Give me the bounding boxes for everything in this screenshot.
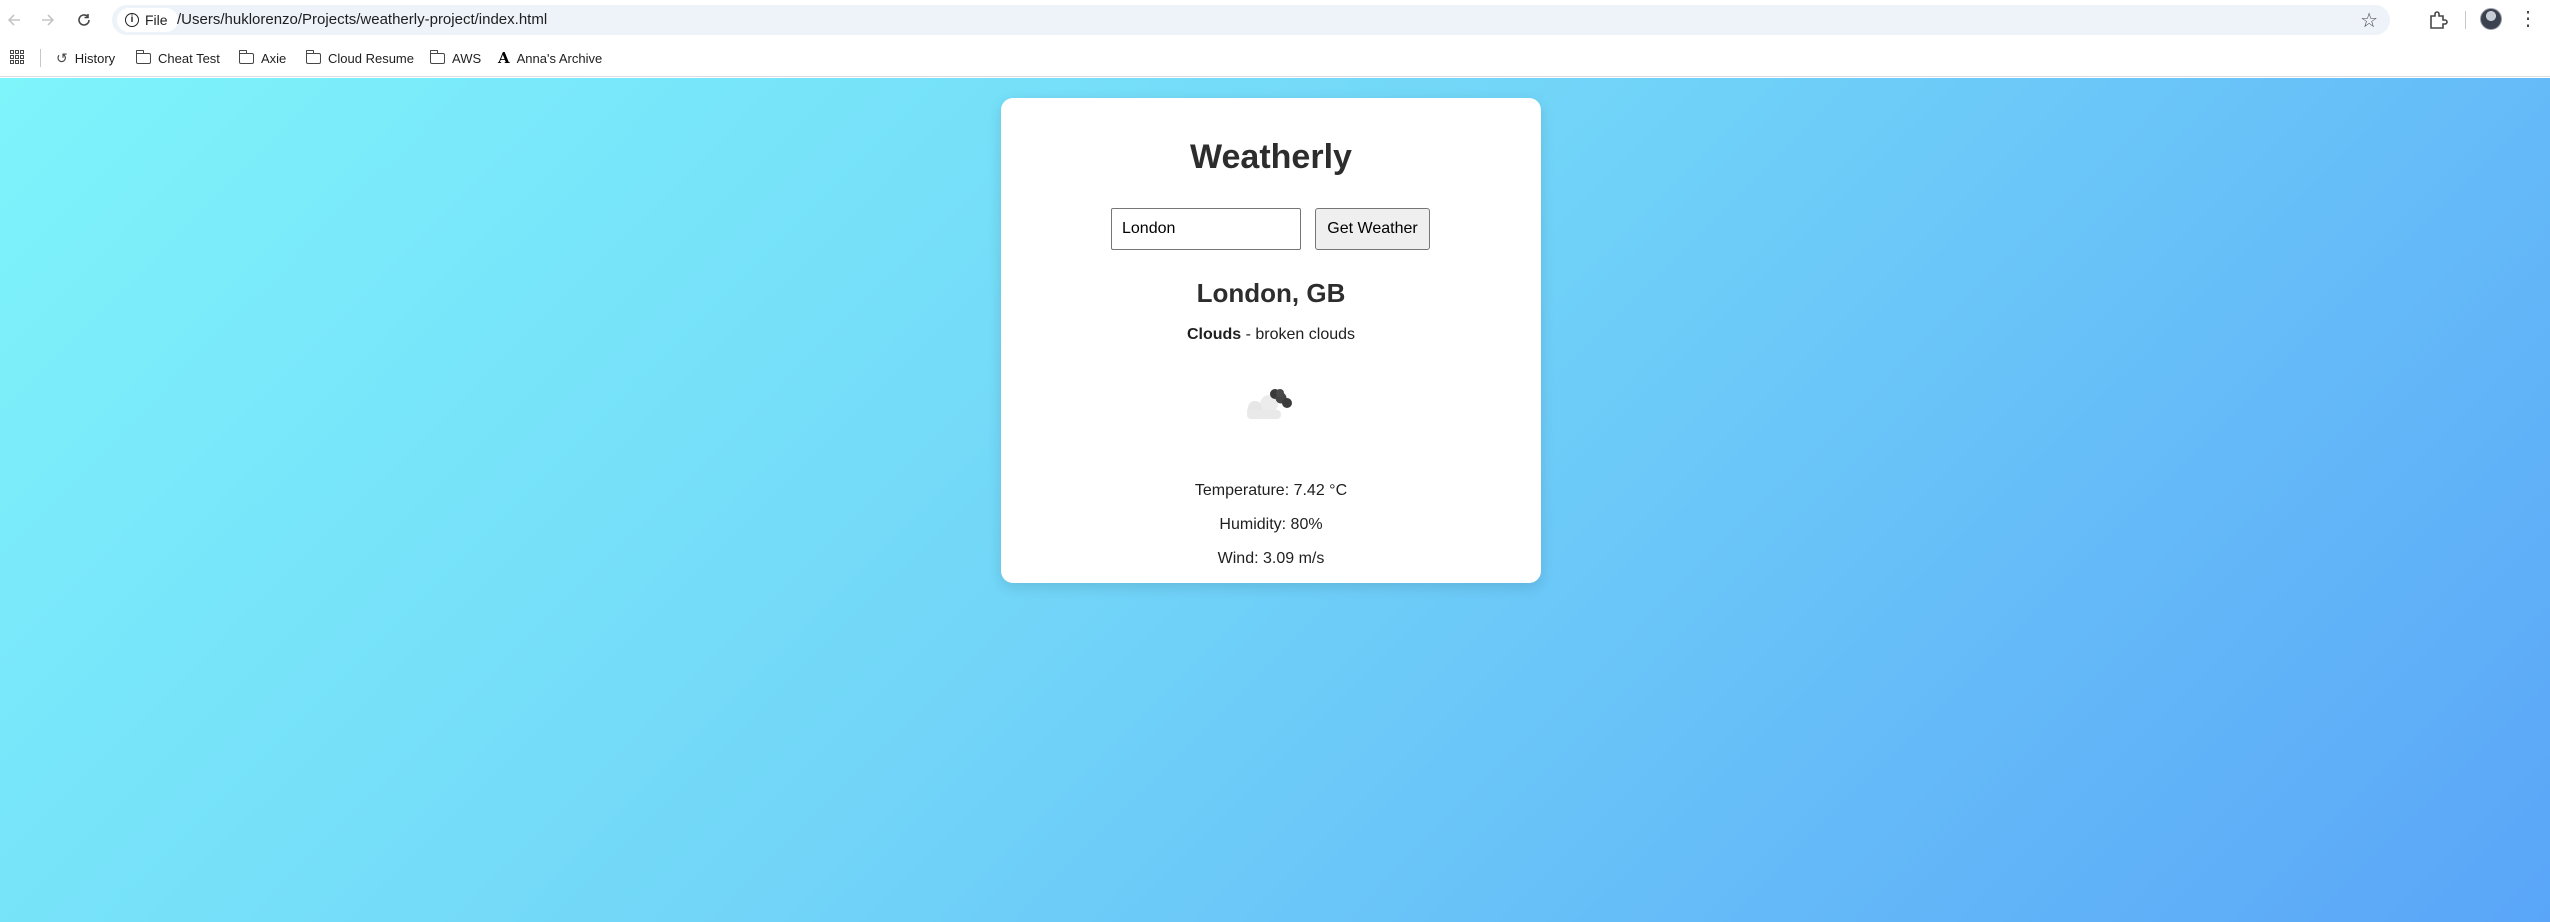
bookmark-label: Cloud Resume	[328, 50, 414, 66]
city-search-input[interactable]	[1111, 208, 1301, 250]
broken-clouds-icon	[1247, 389, 1292, 419]
location-heading: London, GB	[1196, 278, 1346, 308]
address-bar[interactable]: i File /Users/huklorenzo/Projects/weathe…	[112, 5, 2390, 35]
weather-card: Weatherly Get Weather London, GB Clouds …	[1001, 98, 1541, 583]
weather-description: Clouds - broken clouds	[1001, 326, 1541, 344]
back-button[interactable]	[2, 8, 26, 32]
url-text[interactable]: /Users/huklorenzo/Projects/weatherly-pro…	[177, 11, 547, 28]
folder-icon	[429, 49, 445, 64]
bookmarks-bar: ↺ History Cheat Test Axie Cloud Resume A…	[0, 40, 2550, 77]
profile-avatar[interactable]	[2480, 8, 2502, 30]
bookmark-folder-axie[interactable]: Axie	[238, 47, 287, 69]
folder-icon	[238, 49, 254, 64]
humidity-text: Humidity: 80%	[1219, 516, 1323, 533]
toolbar-divider	[2465, 11, 2466, 29]
folder-icon	[135, 49, 151, 64]
forward-button[interactable]	[36, 8, 60, 32]
get-weather-button[interactable]: Get Weather	[1315, 208, 1430, 250]
page-viewport: Weatherly Get Weather London, GB Clouds …	[0, 78, 2550, 922]
bookmark-label: History	[74, 50, 116, 66]
browser-toolbar: i File /Users/huklorenzo/Projects/weathe…	[0, 0, 2550, 40]
site-info-chip[interactable]: i File	[117, 8, 178, 32]
weather-detail: broken clouds	[1255, 326, 1356, 343]
puzzle-icon	[2430, 11, 2448, 29]
folder-icon	[305, 49, 321, 64]
app-title: Weatherly	[1190, 138, 1352, 176]
temperature-text: Temperature: 7.42 °C	[1194, 482, 1348, 499]
apps-grid-icon[interactable]	[10, 50, 24, 64]
reload-icon	[78, 14, 90, 26]
history-icon: ↺	[56, 49, 68, 66]
bookmark-label: Axie	[261, 50, 287, 66]
scheme-label: File	[145, 12, 168, 28]
annas-archive-icon: A	[498, 49, 510, 67]
arrow-left-icon	[7, 14, 20, 26]
bookmarks-divider	[40, 49, 41, 67]
extensions-button[interactable]	[2426, 8, 2450, 32]
info-icon: i	[125, 13, 139, 27]
bookmark-star-icon[interactable]: ☆	[2360, 8, 2378, 33]
arrow-right-icon	[42, 14, 55, 26]
bookmark-label: AWS	[452, 50, 482, 66]
bookmark-annas-archive[interactable]: A Anna's Archive	[498, 47, 602, 69]
description-separator: -	[1241, 326, 1256, 343]
bookmark-history[interactable]: ↺ History	[56, 47, 115, 69]
bookmark-folder-cloud-resume[interactable]: Cloud Resume	[305, 47, 414, 69]
bookmark-folder-aws[interactable]: AWS	[429, 47, 482, 69]
bookmark-label: Anna's Archive	[516, 50, 603, 66]
kebab-menu-icon[interactable]: ⋮	[2518, 7, 2538, 31]
wind-text: Wind: 3.09 m/s	[1217, 550, 1325, 567]
bookmark-label: Cheat Test	[158, 50, 220, 66]
reload-button[interactable]	[72, 8, 96, 32]
bookmark-folder-cheat-test[interactable]: Cheat Test	[135, 47, 220, 69]
weather-main: Clouds	[1186, 326, 1242, 343]
